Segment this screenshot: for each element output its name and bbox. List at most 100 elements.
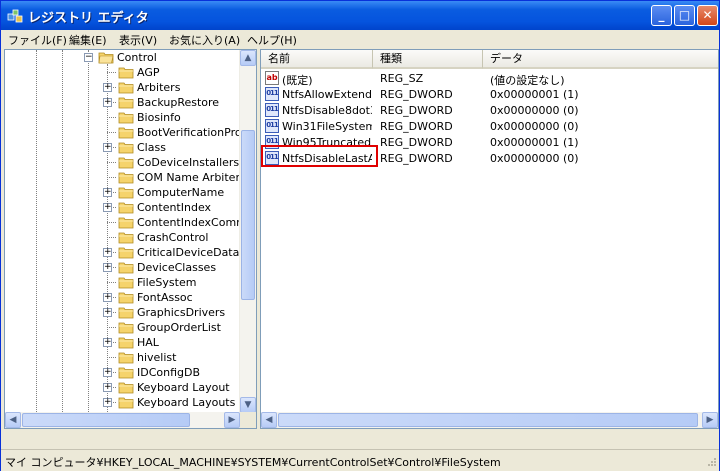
tree-item-label: FontAssoc: [137, 291, 193, 304]
folder-icon: [118, 217, 134, 229]
scroll-right-button[interactable]: ▶: [224, 412, 240, 428]
tree-item[interactable]: AGP: [5, 65, 241, 80]
tree-item[interactable]: + Keyboard Layouts: [5, 395, 241, 410]
column-header-type[interactable]: 種類: [373, 50, 483, 69]
tree-item[interactable]: + IDConfigDB: [5, 365, 241, 380]
folder-icon: [118, 382, 134, 394]
folder-icon: [118, 367, 134, 379]
value-type: REG_DWORD: [380, 120, 453, 133]
collapse-icon[interactable]: −: [84, 53, 93, 62]
value-row[interactable]: 011NtfsAllowExtend... REG_DWORD 0x00000001…: [261, 87, 701, 103]
scroll-down-button[interactable]: ▼: [240, 397, 256, 413]
close-button[interactable]: ✕: [697, 5, 718, 26]
maximize-button[interactable]: □: [674, 5, 695, 26]
tree-item-label: HAL: [137, 336, 159, 349]
tree-item[interactable]: GroupOrderList: [5, 320, 241, 335]
tree-branch-line: [107, 327, 116, 328]
tree-vertical-scrollbar[interactable]: ▲ ▼: [239, 50, 256, 413]
column-header-data[interactable]: データ: [483, 50, 718, 69]
title-bar[interactable]: レジストリ エディタ _ □ ✕: [1, 1, 719, 30]
menu-favorites[interactable]: お気に入り(A): [169, 32, 240, 48]
folder-icon: [118, 172, 134, 184]
tree-item[interactable]: + Keyboard Layout: [5, 380, 241, 395]
folder-icon: [118, 337, 134, 349]
tree-item[interactable]: + ComputerName: [5, 185, 241, 200]
expand-icon[interactable]: +: [103, 338, 112, 347]
tree-item[interactable]: + Arbiters: [5, 80, 241, 95]
folder-icon: [118, 127, 134, 139]
tree-item-label: CriticalDeviceDataba: [137, 246, 254, 259]
tree-item[interactable]: + HAL: [5, 335, 241, 350]
tree-item[interactable]: BootVerificationProgr: [5, 125, 253, 140]
tree-item[interactable]: CrashControl: [5, 230, 241, 245]
expand-icon[interactable]: +: [103, 143, 112, 152]
folder-icon: [118, 247, 134, 259]
tree-item[interactable]: CoDeviceInstallers: [5, 155, 241, 170]
key-tree-pane[interactable]: − Control AGP + Arbiters + BackupRestore Biosin…: [4, 49, 257, 429]
tree-branch-line: [107, 357, 116, 358]
expand-icon[interactable]: +: [103, 188, 112, 197]
value-row[interactable]: 011NtfsDisable8dot3... REG_DWORD 0x0000000…: [261, 103, 701, 119]
menu-view[interactable]: 表示(V): [119, 32, 157, 48]
tree-item[interactable]: hivelist: [5, 350, 241, 365]
registry-editor-window: レジストリ エディタ _ □ ✕ ファイル(F) 編集(E) 表示(V) お気に…: [0, 0, 720, 471]
tree-item[interactable]: COM Name Arbiter: [5, 170, 241, 185]
scroll-thumb[interactable]: [278, 413, 698, 427]
expand-icon[interactable]: +: [103, 398, 112, 407]
expand-icon[interactable]: +: [103, 368, 112, 377]
expand-icon[interactable]: +: [103, 293, 112, 302]
value-data: 0x00000000 (0): [490, 120, 579, 133]
menu-help[interactable]: ヘルプ(H): [247, 32, 297, 48]
folder-icon: [118, 307, 134, 319]
dword-value-icon: 011: [265, 103, 279, 117]
scroll-left-button[interactable]: ◀: [5, 412, 21, 428]
tree-item[interactable]: + BackupRestore: [5, 95, 241, 110]
folder-icon: [118, 277, 134, 289]
tree-item-control[interactable]: − Control: [5, 50, 241, 65]
tree-item[interactable]: + FontAssoc: [5, 290, 241, 305]
tree-item[interactable]: + Class: [5, 140, 241, 155]
tree-item[interactable]: + GraphicsDrivers: [5, 305, 241, 320]
menu-edit[interactable]: 編集(E): [69, 32, 107, 48]
tree-item-label: CrashControl: [137, 231, 209, 244]
resize-grip-icon[interactable]: [705, 457, 717, 469]
value-name: NtfsDisable8dot3...: [282, 104, 372, 117]
scroll-left-button[interactable]: ◀: [261, 412, 277, 428]
tree-item-label: GroupOrderList: [137, 321, 221, 334]
value-row[interactable]: 011 Win31FileSystem REG_DWORD 0x00000000 (0…: [261, 119, 701, 135]
value-name: Win31FileSystem: [282, 120, 372, 133]
scroll-up-button[interactable]: ▲: [240, 50, 256, 66]
column-header-name[interactable]: 名前: [261, 50, 373, 69]
menu-file[interactable]: ファイル(F): [8, 32, 67, 48]
scroll-right-button[interactable]: ▶: [702, 412, 718, 428]
value-data: 0x00000000 (0): [490, 104, 579, 117]
tree-item-label: hivelist: [137, 351, 177, 364]
scroll-thumb[interactable]: [22, 413, 190, 427]
folder-icon: [118, 112, 134, 124]
tree-item-label: GraphicsDrivers: [137, 306, 226, 319]
tree-item[interactable]: FileSystem: [5, 275, 241, 290]
expand-icon[interactable]: +: [103, 263, 112, 272]
expand-icon[interactable]: +: [103, 98, 112, 107]
expand-icon[interactable]: +: [103, 203, 112, 212]
tree-item[interactable]: Biosinfo: [5, 110, 241, 125]
expand-icon[interactable]: +: [103, 83, 112, 92]
tree-item[interactable]: + CriticalDeviceDataba: [5, 245, 253, 260]
expand-icon[interactable]: +: [103, 308, 112, 317]
minimize-button[interactable]: _: [651, 5, 672, 26]
expand-icon[interactable]: +: [103, 248, 112, 257]
tree-item[interactable]: + DeviceClasses: [5, 260, 241, 275]
value-data: (値の設定なし): [490, 74, 565, 87]
tree-item-label: Arbiters: [137, 81, 181, 94]
value-list-pane[interactable]: 名前 種類 データ ab (既定) REG_SZ (値の設定なし) 011 NtfsAll…: [260, 49, 719, 429]
tree-item[interactable]: ContentIndexCommon: [5, 215, 256, 230]
status-path: マイ コンピュータ¥HKEY_LOCAL_MACHINE¥SYSTEM¥Curr…: [5, 456, 501, 469]
scroll-thumb[interactable]: [241, 130, 255, 300]
tree-item[interactable]: + ContentIndex: [5, 200, 241, 215]
tree-horizontal-scrollbar[interactable]: ◀ ▶: [5, 412, 240, 428]
list-horizontal-scrollbar[interactable]: ◀ ▶: [261, 412, 718, 428]
value-row[interactable]: ab (既定) REG_SZ (値の設定なし): [261, 71, 701, 87]
tree-item-label: Control: [117, 51, 157, 64]
tree-item-label: BackupRestore: [137, 96, 220, 109]
expand-icon[interactable]: +: [103, 383, 112, 392]
